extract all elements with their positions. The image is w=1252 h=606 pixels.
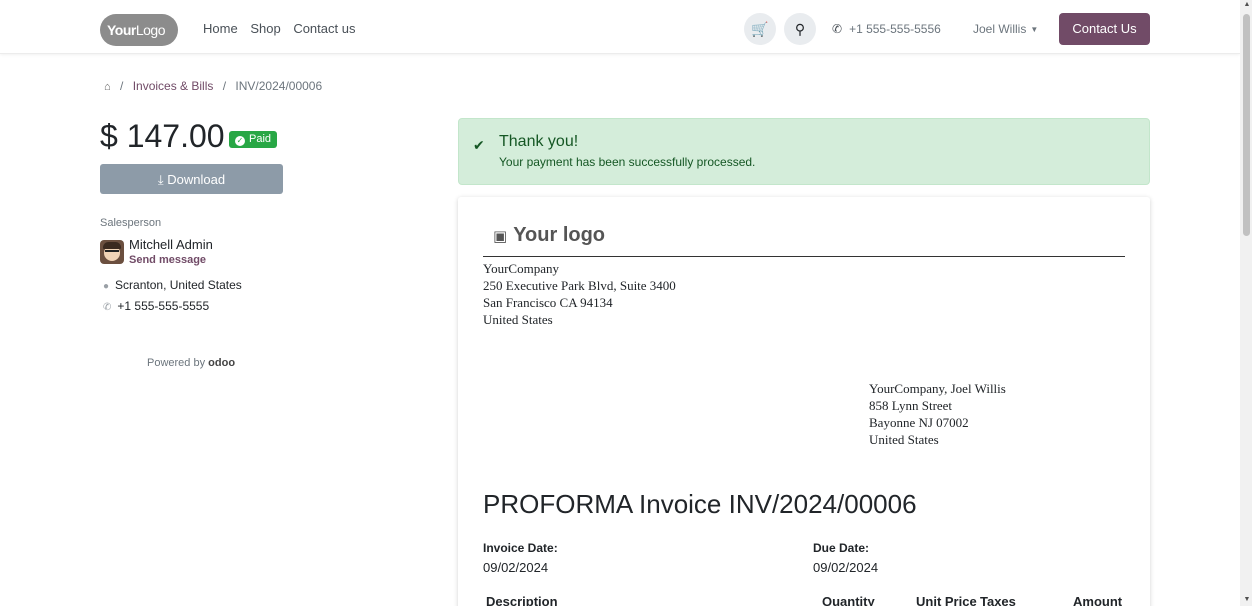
address-line: San Francisco CA 94134 [483,295,613,310]
column-header-quantity: Quantity [822,594,875,606]
main-menu: Home Shop Contact us [203,21,364,36]
home-icon[interactable]: ⌂ [104,81,111,93]
salesperson-location-text: Scranton, United States [115,278,242,292]
phone-icon: ✆ [103,302,112,313]
payment-success-alert: ✔ Thank you! Your payment has been succe… [458,118,1150,185]
breadcrumb-separator: / [120,79,124,93]
chevron-down-icon: ▼ [1030,25,1039,35]
breadcrumb-separator: / [222,79,227,93]
map-marker-icon: ● [103,281,110,292]
nav-contact-us[interactable]: Contact us [293,21,355,36]
cart-icon: 🛒 [751,21,769,37]
column-header-amount: Amount [1073,594,1123,606]
invoice-title: PROFORMA Invoice INV/2024/00006 [483,489,917,519]
salesperson-location: ● Scranton, United States [103,278,242,292]
download-label: Download [167,172,226,187]
address-line: Bayonne NJ 07002 [869,415,969,430]
due-date-value: 09/02/2024 [813,560,879,575]
header-divider [483,256,1125,257]
scroll-up-arrow-icon[interactable]: ▲ [1242,1,1252,8]
search-icon: ⚲ [794,21,806,37]
company-logo-text: Your logo [513,224,606,246]
column-header-unit-price: Unit Price [916,594,977,606]
top-navbar: YourLogo Home Shop Contact us 🛒 ⚲ ✆ +1 55… [0,0,1240,54]
company-logo-placeholder: ▣ Your logo [493,224,605,247]
column-header-taxes: Taxes [980,594,1016,606]
scrollbar-thumb[interactable] [1243,14,1250,236]
breadcrumb-current-invoice: INV/2024/00006 [235,79,323,93]
logo-thin-text: Logo [135,22,166,38]
send-message-link[interactable]: Send message [129,254,206,266]
salesperson-phone: ✆ +1 555-555-5555 [103,299,209,313]
user-name: Joel Willis [973,22,1027,36]
download-icon: ⤓ [157,172,164,187]
salesperson-name: Mitchell Admin [129,237,213,252]
address-line: United States [483,312,553,327]
powered-by-label: Powered by [147,357,206,369]
check-circle-icon: ✓ [235,136,245,146]
header-phone[interactable]: ✆ +1 555-555-5556 [832,22,941,36]
search-button[interactable]: ⚲ [784,13,816,45]
alert-title: Thank you! [499,133,579,150]
breadcrumb: ⌂ / Invoices & Bills / INV/2024/00006 [104,79,322,93]
status-badge-label: Paid [249,133,272,145]
cart-button[interactable]: 🛒 [744,13,776,45]
odoo-logo[interactable]: odoo [208,357,235,369]
scroll-down-arrow-icon[interactable]: ▼ [1242,596,1252,603]
salesperson-phone-text: +1 555-555-5555 [117,299,210,313]
nav-home[interactable]: Home [203,21,238,36]
phone-icon: ✆ [832,22,843,36]
partner-address: YourCompany, Joel Willis 858 Lynn Street… [869,380,1006,448]
company-address: YourCompany 250 Executive Park Blvd, Sui… [483,260,676,328]
column-header-description: Description [486,594,558,606]
address-line: YourCompany [483,261,559,276]
address-line: 858 Lynn Street [869,398,953,413]
user-menu[interactable]: Joel Willis ▼ [973,22,1038,36]
due-date-label: Due Date: [813,541,870,555]
status-badge: ✓ Paid [229,131,278,148]
contact-us-button[interactable]: Contact Us [1059,13,1150,45]
alert-message: Your payment has been successfully proce… [499,155,756,169]
invoice-preview: ▣ Your logo YourCompany 250 Executive Par… [458,197,1150,606]
address-line: United States [869,432,939,447]
breadcrumb-invoices-bills[interactable]: Invoices & Bills [133,79,214,93]
powered-by: Powered by odoo [147,357,235,369]
avatar [100,240,124,264]
check-icon: ✔ [473,137,485,153]
header-phone-number: +1 555-555-5556 [849,22,941,36]
site-logo[interactable]: YourLogo [100,14,178,46]
camera-icon: ▣ [493,228,508,245]
invoice-date-label: Invoice Date: [483,541,558,555]
address-line: 250 Executive Park Blvd, Suite 3400 [483,278,676,293]
logo-bold-text: Your [107,22,136,38]
salesperson-label: Salesperson [100,217,162,229]
address-line: YourCompany, Joel Willis [869,381,1006,396]
invoice-amount: $ 147.00 [100,118,225,154]
nav-shop[interactable]: Shop [250,21,280,36]
download-button[interactable]: ⤓ Download [100,164,283,194]
invoice-date-value: 09/02/2024 [483,560,549,575]
